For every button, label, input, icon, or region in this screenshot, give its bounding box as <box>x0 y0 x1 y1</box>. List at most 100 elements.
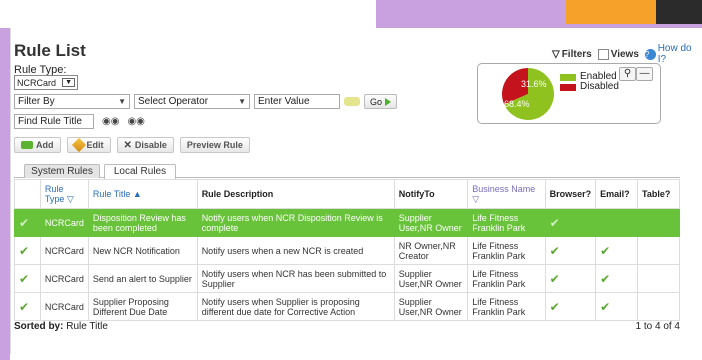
column-header-browser: Browser? <box>544 179 597 209</box>
go-button[interactable]: Go <box>364 94 398 109</box>
cell-rule-type: NCRCard <box>39 236 89 265</box>
cell-rule-type: NCRCard <box>39 292 89 321</box>
cell-rule-description: Notify users when NCR has been submitted… <box>196 264 395 293</box>
rule-tabs: System Rules Local Rules <box>14 164 680 179</box>
cell-business-name: Life Fitness Franklin Park <box>467 264 546 293</box>
sorted-by-value: Rule Title <box>66 321 108 332</box>
cell-notify-to: NR Owner,NR Creator <box>393 236 469 265</box>
legend-swatch <box>560 83 576 91</box>
cell-business-name: Life Fitness Franklin Park <box>467 208 546 237</box>
chevron-down-icon: ▼ <box>118 97 126 106</box>
row-checkmark-icon[interactable]: ✔ <box>14 292 41 321</box>
go-label: Go <box>370 96 383 107</box>
grid-icon <box>597 48 609 60</box>
find-rule-title-input[interactable]: Find Rule Title <box>14 114 94 129</box>
table-row[interactable]: ✔ NCRCard Supplier Proposing Different Due… <box>14 292 680 321</box>
cell-rule-description: Notify users when Supplier is proposing … <box>196 292 395 321</box>
top-actions: ▽ Filters Views ? How do I? <box>552 43 702 65</box>
cell-rule-title: Supplier Proposing Different Due Date <box>87 292 198 321</box>
table-header-row: Rule Type ▽ Rule Title ▲ Rule Descriptio… <box>14 179 680 209</box>
column-header-rule-description: Rule Description <box>196 179 395 209</box>
cell-browser: ✔ <box>544 292 597 321</box>
rule-type-select[interactable]: NCRCard ▼ <box>14 75 78 90</box>
cell-browser: ✔ <box>544 264 597 293</box>
preview-label: Preview Rule <box>186 140 243 150</box>
add-button[interactable]: Add <box>14 137 61 153</box>
help-link[interactable]: ? How do I? <box>644 43 702 65</box>
legend-swatch <box>560 73 576 81</box>
preview-rule-button[interactable]: Preview Rule <box>179 137 250 153</box>
filter-row: Filter By ▼ Select Operator ▼ Enter Value … <box>14 94 398 109</box>
search-icon[interactable]: ⚲ <box>619 67 636 81</box>
cell-rule-title: Disposition Review has been completed <box>87 208 198 237</box>
checkmark-icon: ✔ <box>549 243 560 258</box>
select-column-header <box>14 179 41 209</box>
add-icon <box>21 141 33 149</box>
apply-arrow-icon[interactable] <box>344 97 360 106</box>
tab-system-rules[interactable]: System Rules <box>24 164 100 178</box>
background-orange-block <box>566 0 656 24</box>
legend-item-disabled: Disabled <box>560 82 619 92</box>
table-footer: Sorted by: Rule Title 1 to 4 of 4 <box>14 321 680 332</box>
filter-by-select[interactable]: Filter By ▼ <box>14 94 130 109</box>
slice-label-disabled: 31.6% <box>521 79 547 89</box>
disable-label: Disable <box>134 140 167 150</box>
operator-select[interactable]: Select Operator ▼ <box>134 94 250 109</box>
binoculars-clear-icon[interactable]: ◉◉ <box>127 116 144 127</box>
cell-rule-description: Notify users when NCR Disposition Review… <box>196 208 395 237</box>
find-row: Find Rule Title ◉◉ ◉◉ <box>14 114 145 129</box>
cell-rule-type: NCRCard <box>39 208 89 237</box>
table-row[interactable]: ✔ NCRCard Send an alert to Supplier Notify … <box>14 264 680 293</box>
checkmark-icon: ✔ <box>600 299 611 314</box>
edit-label: Edit <box>86 140 104 150</box>
funnel-icon: ▽ <box>552 48 560 60</box>
cell-browser: ✔ <box>544 236 597 265</box>
legend-label: Disabled <box>580 81 619 92</box>
cell-table <box>637 292 680 321</box>
views-link[interactable]: Views <box>597 48 639 60</box>
close-icon: ✕ <box>123 139 132 151</box>
checkmark-icon: ✔ <box>19 299 30 314</box>
cell-notify-to: Supplier User,NR Owner <box>393 292 469 321</box>
add-label: Add <box>36 140 54 150</box>
cell-business-name: Life Fitness Franklin Park <box>467 236 546 265</box>
cell-rule-title: New NCR Notification <box>87 236 198 265</box>
filters-label: Filters <box>561 48 592 60</box>
checkmark-icon: ✔ <box>19 243 30 258</box>
rule-type-value: NCRCard <box>17 77 57 88</box>
column-header-business-name[interactable]: Business Name ▽ <box>467 179 546 209</box>
binoculars-icon[interactable]: ◉◉ <box>102 116 119 127</box>
cell-email: ✔ <box>595 292 639 321</box>
column-header-rule-type[interactable]: Rule Type ▽ <box>39 179 89 209</box>
tab-local-rules[interactable]: Local Rules <box>104 164 176 179</box>
cell-table <box>637 236 680 265</box>
checkmark-icon: ✔ <box>19 215 30 230</box>
sorted-by: Sorted by: Rule Title <box>14 321 108 332</box>
chart-tools: ⚲ — <box>619 67 653 81</box>
row-checkmark-icon[interactable]: ✔ <box>14 208 41 237</box>
cell-notify-to: Supplier User,NR Owner <box>393 264 469 293</box>
chevron-down-icon: ▼ <box>62 78 75 87</box>
row-checkmark-icon[interactable]: ✔ <box>14 264 41 293</box>
minimize-icon[interactable]: — <box>636 67 653 81</box>
chart-legend: Enabled Disabled <box>560 72 619 92</box>
slice-label-enabled: 68.4% <box>504 99 530 109</box>
table-row[interactable]: ✔ NCRCard New NCR Notification Notify users… <box>14 236 680 265</box>
cell-email: ✔ <box>595 236 639 265</box>
filter-by-label: Filter By <box>18 96 55 107</box>
rules-table: Rule Type ▽ Rule Title ▲ Rule Descriptio… <box>14 179 680 321</box>
row-checkmark-icon[interactable]: ✔ <box>14 236 41 265</box>
disable-button[interactable]: ✕ Disable <box>116 137 174 153</box>
record-range: 1 to 4 of 4 <box>635 321 680 332</box>
value-input[interactable]: Enter Value <box>254 94 340 109</box>
status-pie-chart[interactable] <box>502 68 554 120</box>
cell-rule-title: Send an alert to Supplier <box>87 264 198 293</box>
filters-link[interactable]: ▽ Filters <box>552 49 592 60</box>
column-header-email: Email? <box>595 179 639 209</box>
cell-table <box>637 264 680 293</box>
cell-business-name: Life Fitness Franklin Park <box>467 292 546 321</box>
column-header-rule-title[interactable]: Rule Title ▲ <box>87 179 198 209</box>
edit-button[interactable]: Edit <box>66 137 111 153</box>
checkmark-icon: ✔ <box>600 243 611 258</box>
table-row[interactable]: ✔ NCRCard Disposition Review has been comp… <box>14 208 680 237</box>
